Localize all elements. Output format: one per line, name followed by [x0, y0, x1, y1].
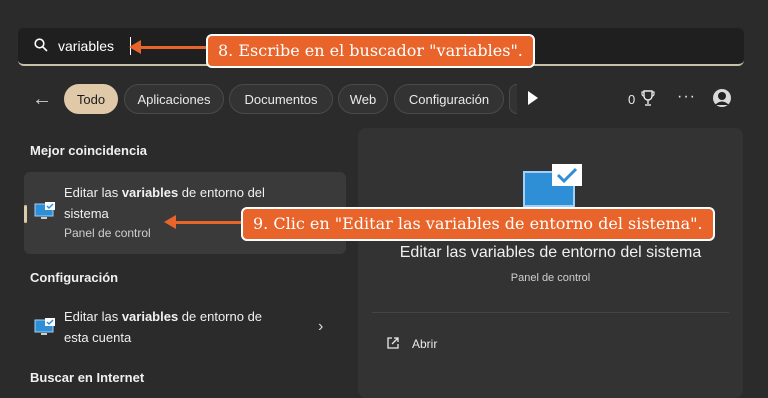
system-properties-icon	[34, 318, 55, 335]
settings-heading: Configuración	[30, 270, 119, 285]
more-options-icon[interactable]: ···	[677, 88, 696, 106]
chip-aplicaciones[interactable]: Aplicaciones	[124, 84, 224, 114]
chip-documentos[interactable]: Documentos	[229, 84, 333, 114]
play-icon[interactable]	[528, 91, 538, 105]
rewards-points: 0	[628, 92, 636, 107]
callout-step-8: 8. Escribe en el buscador "variables".	[206, 34, 535, 68]
chip-configuracion[interactable]: Configuración	[394, 84, 504, 114]
open-action[interactable]: Abrir	[412, 337, 437, 351]
preview-subtitle: Panel de control	[510, 272, 591, 284]
open-external-icon[interactable]	[386, 336, 400, 350]
chip-more-partial[interactable]	[509, 84, 517, 114]
callout-arrow-line	[175, 221, 241, 224]
callout-step-9: 9. Clic en "Editar las variables de ento…	[241, 207, 715, 241]
internet-heading: Buscar en Internet	[30, 370, 145, 385]
settings-item-title: Editar las variables de entorno de esta …	[64, 309, 263, 345]
preview-panel: Editar las variables de entorno del sist…	[358, 128, 743, 398]
avatar-icon[interactable]	[712, 88, 732, 108]
divider	[372, 312, 729, 313]
chip-web[interactable]: Web	[338, 84, 388, 114]
system-properties-icon	[34, 202, 55, 219]
chip-todo[interactable]: Todo	[64, 84, 118, 114]
search-input[interactable]: variables	[58, 38, 114, 54]
search-icon	[34, 38, 48, 52]
trophy-icon[interactable]	[641, 90, 655, 108]
best-match-subtitle: Panel de control	[64, 226, 151, 240]
preview-title: Editar las variables de entorno del sist…	[399, 244, 702, 261]
selection-indicator	[24, 205, 27, 223]
chevron-right-icon[interactable]: ›	[318, 318, 323, 336]
system-properties-icon	[523, 164, 582, 207]
back-arrow-icon[interactable]: ←	[32, 88, 52, 111]
callout-arrow-line	[140, 46, 206, 49]
best-match-heading: Mejor coincidencia	[30, 143, 148, 158]
settings-item[interactable]: Editar las variables de entorno de esta …	[24, 304, 346, 348]
